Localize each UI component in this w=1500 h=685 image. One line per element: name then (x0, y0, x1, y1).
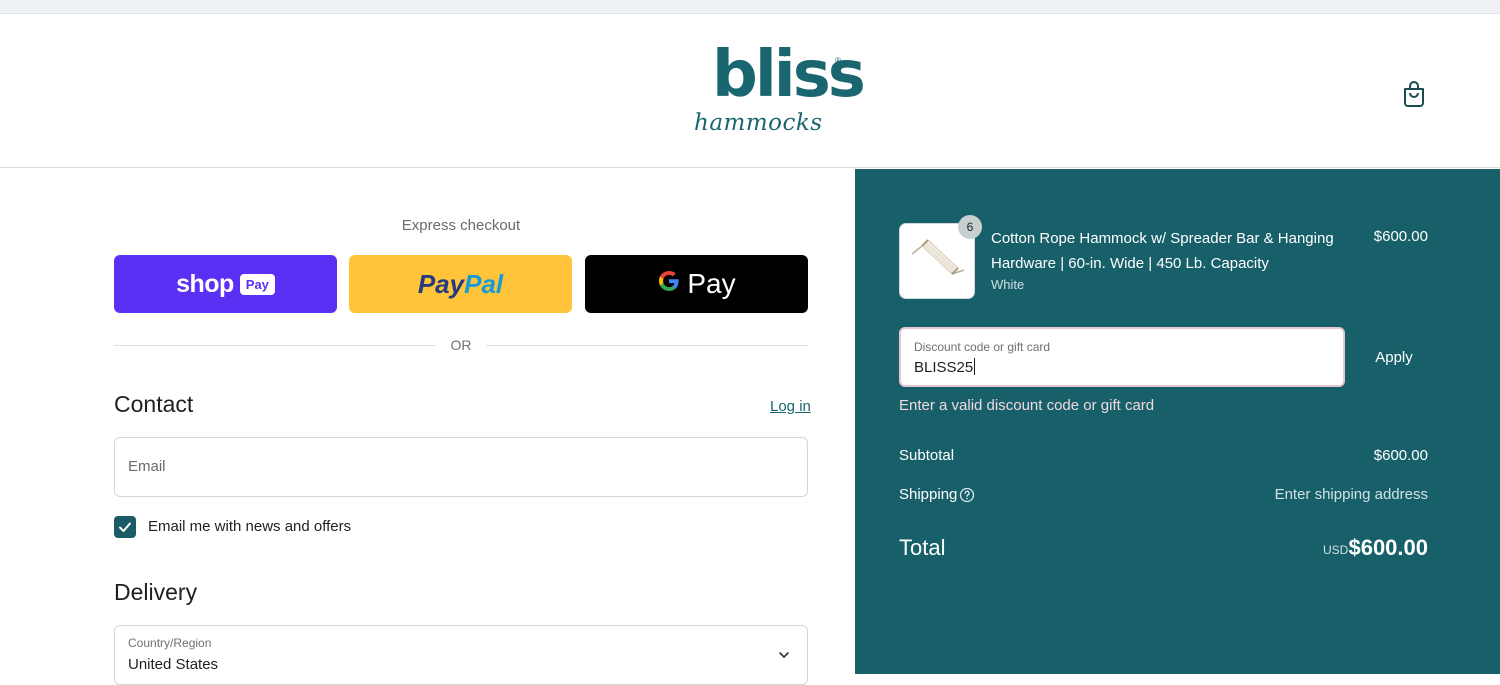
product-variant: White (991, 277, 1025, 292)
chevron-down-icon (779, 652, 789, 658)
discount-code-input[interactable]: Discount code or gift card BLISS25 (899, 327, 1345, 387)
shop-pay-button[interactable]: shop Pay (114, 255, 337, 313)
discount-code-label: Discount code or gift card (914, 340, 1051, 354)
shop-pay-pill: Pay (239, 273, 275, 295)
product-title: Cotton Rope Hammock w/ Spreader Bar & Ha… (991, 230, 1334, 272)
shipping-value: Enter shipping address (1274, 486, 1428, 503)
paypal-button[interactable]: Pay Pal (349, 255, 572, 313)
total-value: $600.00 (1348, 535, 1428, 560)
divider-line-left (114, 345, 436, 346)
newsletter-label: Email me with news and offers (148, 518, 352, 535)
country-region-label: Country/Region (128, 636, 212, 650)
discount-error-message: Enter a valid discount code or gift card (899, 397, 1155, 414)
checkout-form-panel: Express checkout shop Pay Pay Pal Pay OR … (0, 169, 855, 685)
country-region-select[interactable]: Country/Region United States (114, 625, 808, 685)
logo-sub-text: hammocks (694, 110, 823, 136)
subtotal-label: Subtotal (899, 447, 955, 464)
browser-top-strip (0, 0, 1500, 14)
country-region-value: United States (128, 656, 219, 673)
checkmark-icon (119, 522, 131, 532)
newsletter-checkbox[interactable] (114, 516, 136, 538)
discount-code-value: BLISS25 (914, 358, 976, 376)
site-header: bliss ♥ ® hammocks (0, 22, 1500, 168)
login-link[interactable]: Log in (770, 398, 811, 415)
total-label: Total (899, 535, 946, 560)
order-summary-panel: 6 Cotton Rope Hammock w/ Spreader Bar & … (855, 169, 1500, 674)
google-g-icon (657, 268, 681, 300)
subtotal-value: $600.00 (1373, 447, 1428, 464)
email-field[interactable]: Email (114, 437, 808, 497)
text-caret (974, 358, 976, 375)
or-divider: OR (114, 337, 808, 353)
shipping-label: Shipping (899, 486, 958, 503)
total-currency: USD (1323, 543, 1349, 557)
registered-mark-icon: ® (835, 56, 841, 65)
bliss-hammocks-logo[interactable]: bliss ♥ ® hammocks (690, 38, 866, 144)
contact-heading: Contact (114, 391, 194, 417)
paypal-text-part1: Pay (417, 268, 465, 299)
express-checkout-label: Express checkout (401, 217, 521, 234)
or-label: OR (450, 337, 472, 353)
shopping-bag-icon[interactable] (1400, 80, 1428, 108)
help-circle-icon[interactable] (959, 487, 975, 503)
logo-heart-icon: ♥ (781, 46, 789, 60)
google-pay-text: Pay (687, 268, 736, 299)
divider-line-right (486, 345, 808, 346)
apply-button[interactable]: Apply (1359, 327, 1429, 387)
paypal-text-part2: Pal (464, 268, 504, 299)
product-price: $600.00 (1373, 228, 1428, 245)
shop-pay-text: shop (176, 269, 234, 298)
discount-code-text: BLISS25 (914, 359, 974, 376)
quantity-badge: 6 (958, 215, 982, 239)
google-pay-button[interactable]: Pay (585, 255, 808, 313)
delivery-heading: Delivery (114, 579, 198, 605)
